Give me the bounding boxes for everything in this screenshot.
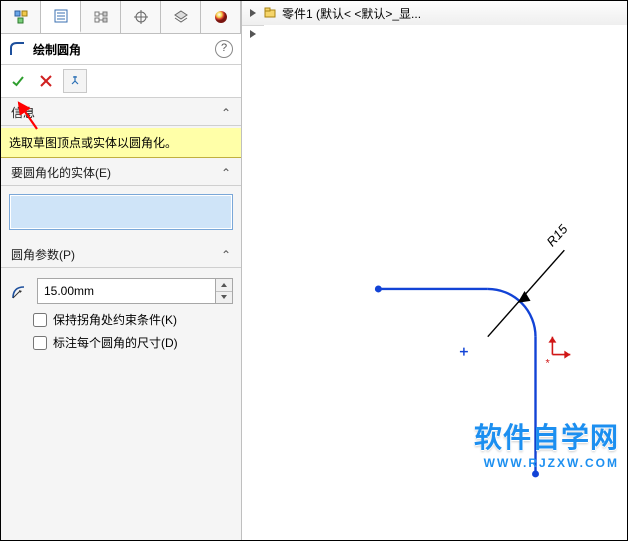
dimension-arrowhead (518, 291, 531, 303)
radius-spin-down[interactable] (216, 292, 232, 304)
divider (1, 185, 241, 186)
section-info-label: 信息 (11, 104, 35, 121)
section-params-head[interactable]: 圆角参数(P) ⌃ (1, 240, 241, 267)
chevron-up-icon: ⌃ (221, 106, 231, 120)
appearance-sphere-icon (213, 9, 229, 25)
svg-text:*: * (545, 358, 550, 370)
divider (1, 267, 241, 268)
keep-constraints-label: 保持拐角处约束条件(K) (53, 311, 177, 328)
command-title: 绘制圆角 (33, 41, 81, 58)
graphics-area: 零件1 (默认< <默认>_显... R15 (242, 1, 627, 540)
target-icon (133, 9, 149, 25)
triangle-right-icon (248, 8, 258, 18)
help-icon[interactable]: ? (215, 40, 233, 58)
section-entities-label: 要圆角化的实体(E) (11, 164, 111, 181)
cancel-button[interactable] (35, 70, 57, 92)
ruler-vertical (242, 25, 265, 540)
section-entities-head[interactable]: 要圆角化的实体(E) ⌃ (1, 158, 241, 185)
dimension-each-checkbox[interactable] (33, 336, 47, 350)
radius-icon (9, 280, 31, 302)
ok-button[interactable] (7, 70, 29, 92)
sketch-canvas: R15 * (264, 25, 627, 540)
pushpin-icon (69, 75, 81, 87)
dimension-each-label: 标注每个圆角的尺寸(D) (53, 334, 178, 351)
chevron-up-icon: ⌃ (221, 248, 231, 262)
triangle-right-icon (248, 29, 258, 39)
configuration-icon (93, 9, 109, 25)
sketch-endpoint[interactable] (532, 470, 539, 477)
radius-spin-up[interactable] (216, 279, 232, 292)
command-header: 绘制圆角 ? (1, 34, 241, 65)
assembly-icon (13, 9, 29, 25)
action-row (1, 65, 241, 98)
close-icon (40, 75, 52, 87)
pm-tab-property-manager[interactable] (41, 1, 81, 33)
fillet-radius-input[interactable] (38, 279, 215, 303)
hint-bar: 选取草图顶点或实体以圆角化。 (1, 128, 241, 158)
pm-tab-appearances[interactable] (201, 1, 241, 33)
chevron-up-icon (220, 282, 228, 288)
tree-root-label[interactable]: 零件1 (默认< <默认>_显... (282, 5, 421, 22)
sketch-fillet-icon (9, 40, 27, 58)
sketch-origin-icon: * (545, 337, 570, 370)
part-icon (262, 5, 278, 21)
fillet-radius-field[interactable] (37, 278, 233, 304)
layers-icon (173, 9, 189, 25)
ruler-toggle[interactable] (248, 29, 258, 39)
check-icon (11, 74, 25, 88)
constraint-marker-icon (460, 348, 468, 356)
pm-tab-feature-tree[interactable] (1, 1, 41, 33)
pm-tab-configuration[interactable] (81, 1, 121, 33)
pm-tab-display-manager[interactable] (161, 1, 201, 33)
viewport[interactable]: R15 * 软件自学网 WWW.RJZXW.COM (264, 25, 627, 540)
flyout-tree-rail: 零件1 (默认< <默认>_显... (242, 1, 627, 26)
property-sheet-icon (53, 8, 69, 24)
divider (1, 125, 241, 126)
keep-constraints-checkbox[interactable] (33, 313, 47, 327)
section-params-label: 圆角参数(P) (11, 246, 75, 263)
pm-tab-strip (1, 1, 241, 34)
dimension-text[interactable]: R15 (543, 221, 571, 249)
hint-text: 选取草图顶点或实体以圆角化。 (9, 136, 177, 150)
chevron-down-icon (220, 294, 228, 300)
tree-expand-toggle[interactable] (248, 8, 258, 18)
chevron-up-icon: ⌃ (221, 166, 231, 180)
selection-list[interactable] (9, 194, 233, 230)
pin-button[interactable] (63, 69, 87, 93)
section-info-head[interactable]: 信息 ⌃ (1, 98, 241, 125)
property-manager-panel: 绘制圆角 ? 信息 ⌃ 选取草图顶点或实体以圆角化。 (1, 1, 242, 540)
pm-tab-dimxpert[interactable] (121, 1, 161, 33)
